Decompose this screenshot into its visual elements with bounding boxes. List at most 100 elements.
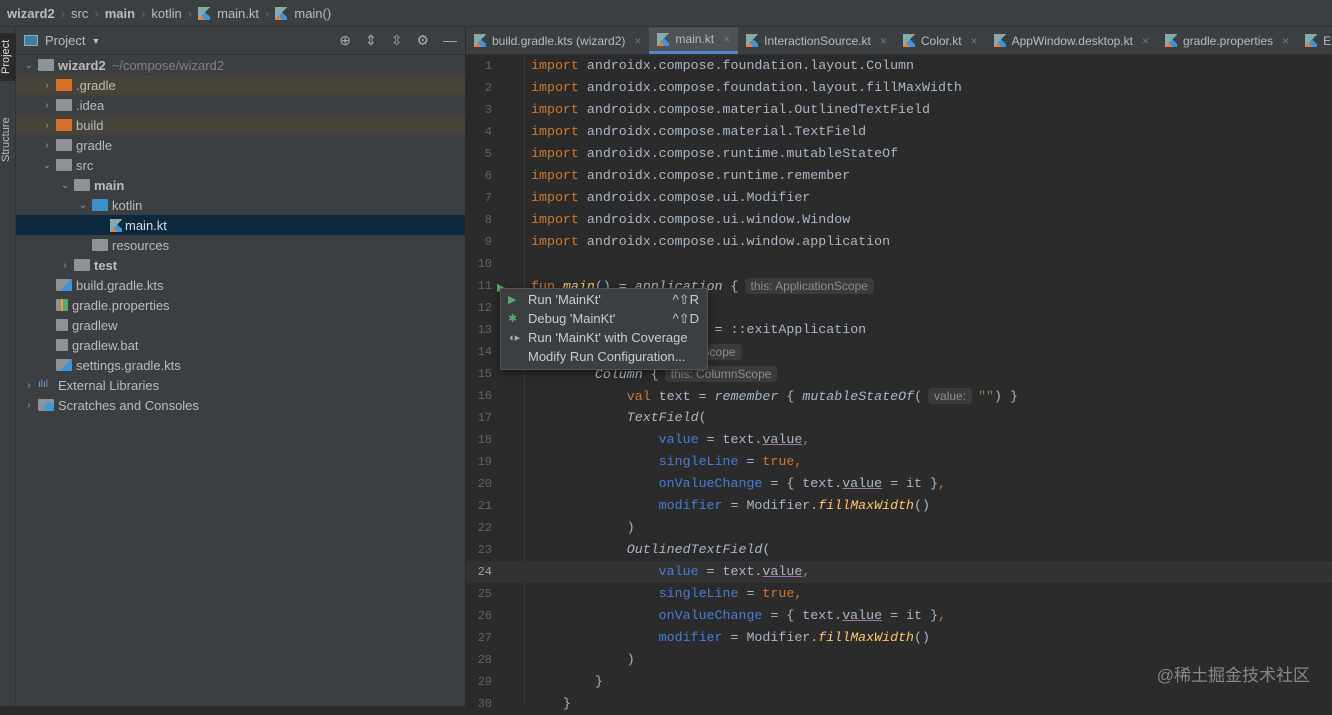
menu-item[interactable]: Modify Run Configuration... [501, 347, 707, 366]
code-line[interactable]: 23 OutlinedTextField( [466, 539, 1332, 561]
gear-icon[interactable]: ⚙ [416, 32, 429, 49]
tree-item[interactable]: ⌄wizard2~/compose/wizard2 [16, 55, 465, 75]
tree-item[interactable]: resources [16, 235, 465, 255]
tree-item[interactable]: ›build [16, 115, 465, 135]
tab-build-gradle-kts-wizard2-[interactable]: build.gradle.kts (wizard2)× [466, 27, 649, 54]
tree-item[interactable]: ›.idea [16, 95, 465, 115]
tab-effects-kt[interactable]: Effects.kt [1297, 27, 1332, 54]
collapse-all-icon[interactable]: ⇳ [391, 32, 403, 49]
chevron-right-icon[interactable]: › [40, 140, 54, 151]
chevron-right-icon[interactable]: › [58, 260, 72, 271]
code-token: = [738, 454, 762, 469]
tab-appwindow-desktop-kt[interactable]: AppWindow.desktop.kt× [986, 27, 1157, 54]
tree-item-label: gradle [76, 138, 112, 153]
breadcrumb-item[interactable]: main() [294, 6, 331, 21]
breadcrumb-item[interactable]: kotlin [151, 6, 181, 21]
code-line[interactable]: 21 modifier = Modifier.fillMaxWidth() [466, 495, 1332, 517]
tree-item[interactable]: ›Scratches and Consoles [16, 395, 465, 415]
code-line[interactable]: 20 onValueChange = { text.value = it }, [466, 473, 1332, 495]
code-line[interactable]: 18 value = text.value, [466, 429, 1332, 451]
breadcrumb-item[interactable]: wizard2 [7, 6, 55, 21]
code-token: ) } [994, 389, 1018, 404]
chevron-down-icon[interactable]: ⌄ [58, 180, 72, 191]
code-line[interactable]: 27 modifier = Modifier.fillMaxWidth() [466, 627, 1332, 649]
project-view-selector[interactable]: Project [45, 33, 85, 48]
code-line[interactable]: 25 singleLine = true, [466, 583, 1332, 605]
code-line[interactable]: 8import androidx.compose.ui.window.Windo… [466, 209, 1332, 231]
breadcrumb-separator: › [188, 6, 192, 21]
code-token: true [762, 454, 794, 469]
tab-color-kt[interactable]: Color.kt× [895, 27, 986, 54]
close-icon[interactable]: × [723, 32, 730, 46]
chevron-right-icon[interactable]: › [22, 380, 36, 391]
close-icon[interactable]: × [880, 34, 887, 48]
code-line[interactable]: 2import androidx.compose.foundation.layo… [466, 77, 1332, 99]
code-editor[interactable]: 1import androidx.compose.foundation.layo… [466, 55, 1332, 706]
code-line[interactable]: 10 [466, 253, 1332, 275]
code-token [531, 586, 659, 601]
locate-icon[interactable]: ⊕ [339, 32, 351, 49]
tree-item[interactable]: gradlew [16, 315, 465, 335]
code-line[interactable]: 3import androidx.compose.material.Outlin… [466, 99, 1332, 121]
tree-item[interactable]: build.gradle.kts [16, 275, 465, 295]
line-number: 12 [466, 297, 492, 319]
close-icon[interactable]: × [971, 34, 978, 48]
tree-item[interactable]: gradlew.bat [16, 335, 465, 355]
expand-all-icon[interactable]: ⇕ [365, 32, 377, 49]
code-line[interactable]: 30 } [466, 693, 1332, 715]
tab-interactionsource-kt[interactable]: InteractionSource.kt× [738, 27, 895, 54]
code-line[interactable]: 22 ) [466, 517, 1332, 539]
code-line[interactable]: 6import androidx.compose.runtime.remembe… [466, 165, 1332, 187]
properties-file-icon [56, 299, 68, 311]
code-line[interactable]: 19 singleLine = true, [466, 451, 1332, 473]
code-line[interactable]: 7import androidx.compose.ui.Modifier [466, 187, 1332, 209]
folder-src-icon [74, 179, 90, 191]
tree-item[interactable]: ⌄src [16, 155, 465, 175]
code-token [531, 542, 627, 557]
code-token: androidx.compose.material.OutlinedTextFi… [587, 102, 930, 117]
chevron-right-icon[interactable]: › [22, 400, 36, 411]
code-token: androidx.compose.ui.window.application [587, 234, 890, 249]
chevron-down-icon[interactable]: ▼ [91, 36, 100, 46]
project-tool-tab[interactable]: Project [0, 33, 16, 81]
close-icon[interactable]: × [1282, 34, 1289, 48]
code-line[interactable]: 5import androidx.compose.runtime.mutable… [466, 143, 1332, 165]
code-line[interactable]: 1import androidx.compose.foundation.layo… [466, 55, 1332, 77]
tab-main-kt[interactable]: main.kt× [649, 27, 738, 54]
code-line[interactable]: 16 val text = remember { mutableStateOf(… [466, 385, 1332, 407]
menu-item[interactable]: ✱Debug 'MainKt'^⇧D [501, 309, 707, 328]
tree-item[interactable]: ›ılılExternal Libraries [16, 375, 465, 395]
tree-item[interactable]: ⌄main [16, 175, 465, 195]
chevron-right-icon[interactable]: › [40, 80, 54, 91]
tree-item[interactable]: › gradle [16, 135, 465, 155]
code-line[interactable]: 24 value = text.value, [466, 561, 1332, 583]
code-line[interactable]: 26 onValueChange = { text.value = it }, [466, 605, 1332, 627]
close-icon[interactable]: × [1142, 34, 1149, 48]
code-line[interactable]: 4import androidx.compose.material.TextFi… [466, 121, 1332, 143]
tree-item[interactable]: ›.gradle [16, 75, 465, 95]
tree-item[interactable]: ⌄kotlin [16, 195, 465, 215]
code-text: import androidx.compose.foundation.layou… [531, 55, 914, 77]
code-line[interactable]: 9import androidx.compose.ui.window.appli… [466, 231, 1332, 253]
chevron-right-icon[interactable]: › [40, 100, 54, 111]
menu-item[interactable]: ▶Run 'MainKt'^⇧R [501, 290, 707, 309]
breadcrumb-item[interactable]: main.kt [217, 6, 259, 21]
chevron-down-icon[interactable]: ⌄ [22, 60, 36, 71]
tree-item[interactable]: settings.gradle.kts [16, 355, 465, 375]
chevron-down-icon[interactable]: ⌄ [40, 160, 54, 171]
tree-item[interactable]: main.kt [16, 215, 465, 235]
tree-item[interactable]: ›test [16, 255, 465, 275]
tab-gradle-properties[interactable]: gradle.properties× [1157, 27, 1297, 54]
code-token: value [842, 476, 882, 491]
hide-icon[interactable]: — [443, 32, 457, 49]
libraries-icon: ılıl [38, 379, 54, 391]
code-line[interactable]: 17 TextField( [466, 407, 1332, 429]
chevron-right-icon[interactable]: › [40, 120, 54, 131]
menu-item[interactable]: ◖▸Run 'MainKt' with Coverage [501, 328, 707, 347]
close-icon[interactable]: × [634, 34, 641, 48]
structure-tool-tab[interactable]: Structure [0, 107, 16, 173]
breadcrumb-item[interactable]: main [105, 6, 135, 21]
breadcrumb-item[interactable]: src [71, 6, 88, 21]
chevron-down-icon[interactable]: ⌄ [76, 200, 90, 211]
tree-item[interactable]: gradle.properties [16, 295, 465, 315]
